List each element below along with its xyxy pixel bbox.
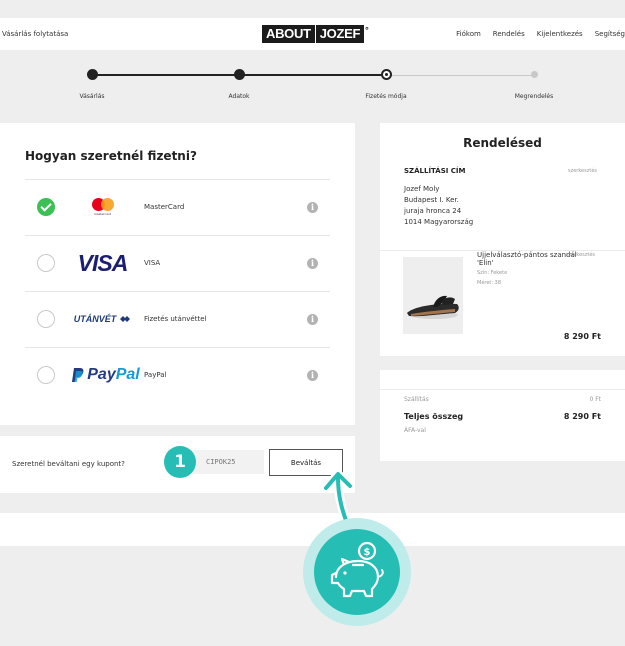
shipping-value: 0 Ft <box>589 396 601 403</box>
payment-option-label: VISA <box>144 259 161 267</box>
top-bar: Vásárlás folytatása ABOUT JOZEF ° Fiókom… <box>0 18 625 50</box>
step-label-shopping: Vásárlás <box>79 93 105 100</box>
total-label: Teljes összeg <box>404 412 464 421</box>
progress-line-todo <box>387 75 535 76</box>
product-color: Szín: Fekete <box>477 270 508 276</box>
payment-method-card: Hogyan szeretnél fizetni? mastercard Mas… <box>0 123 355 425</box>
logo-jozef: JOZEF <box>315 25 365 43</box>
order-summary-card: Rendelésed SZÁLLÍTÁSI CÍM szerkesztés Jo… <box>380 123 625 356</box>
payment-option-label: MasterCard <box>144 203 185 211</box>
payment-option-label: Fizetés utánvéttel <box>144 315 207 323</box>
payment-option-cod[interactable]: UTÁNVÉT Fizetés utánvéttel i <box>25 291 330 346</box>
coupon-label: Szeretnél beváltani egy kupont? <box>12 460 125 468</box>
coupon-input[interactable] <box>192 450 264 474</box>
piggy-bank-coin-icon: $ <box>314 529 400 615</box>
step-dot-payment <box>381 69 392 80</box>
paypal-logo: PayPal <box>70 358 142 392</box>
svg-text:$: $ <box>364 547 371 558</box>
product-name-line: 'Elin' <box>477 259 494 267</box>
total-value: 8 290 Ft <box>563 412 601 421</box>
logo-mark: ° <box>365 25 369 35</box>
divider <box>380 389 625 390</box>
nav-account[interactable]: Fiókom <box>456 30 481 38</box>
info-icon[interactable]: i <box>307 258 318 269</box>
order-title: Rendelésed <box>463 136 542 150</box>
handshake-icon <box>120 316 131 322</box>
total-row: Teljes összeg 8 290 Ft <box>404 412 601 421</box>
piggy-bank-drawing: $ <box>330 541 384 598</box>
shipping-label: Szállítás <box>404 396 429 403</box>
payment-option-mastercard[interactable]: mastercard MasterCard i <box>25 179 330 234</box>
payment-title: Hogyan szeretnél fizetni? <box>25 149 197 163</box>
product-image[interactable] <box>403 257 463 334</box>
address-line: Budapest I. Ker. <box>404 196 459 204</box>
info-icon[interactable]: i <box>307 370 318 381</box>
shipping-address: Jozef Moly Budapest I. Ker. juraja hronc… <box>404 184 473 228</box>
paypal-logo-pal: Pal <box>115 366 140 383</box>
step-label-order: Megrendelés <box>514 93 554 100</box>
continue-shopping-link[interactable]: Vásárlás folytatása <box>2 30 68 38</box>
address-line: juraja hronca 24 <box>404 207 462 215</box>
mastercard-logo: mastercard <box>70 190 135 224</box>
visa-logo-text: VISA <box>77 249 129 276</box>
utanvet-logo-text: UTÁNVÉT <box>73 314 117 324</box>
step-dot-details <box>234 69 245 80</box>
radio-empty-icon[interactable] <box>37 254 55 272</box>
payment-option-label: PayPal <box>144 371 167 379</box>
product-size: Méret: 38 <box>477 280 502 286</box>
checkout-progress: Vásárlás Adatok Fizetés módja Megrendelé… <box>0 50 625 120</box>
radio-empty-icon[interactable] <box>37 310 55 328</box>
address-line: 1014 Magyarország <box>404 218 474 226</box>
edit-product-link[interactable]: szerkesztés <box>566 252 595 258</box>
visa-logo: VISA <box>70 246 135 280</box>
step-label-details: Adatok <box>228 93 250 100</box>
about-jozef-logo[interactable]: ABOUT JOZEF ° <box>262 25 369 43</box>
mastercard-logo-text: mastercard <box>93 212 112 216</box>
address-line: Jozef Moly <box>404 185 440 193</box>
vat-note: ÁFA-val <box>404 427 426 434</box>
edit-address-link[interactable]: szerkesztés <box>568 168 597 174</box>
top-nav: Fiókom Rendelés Kijelentkezés Segítség <box>456 30 625 38</box>
payment-option-paypal[interactable]: PayPal PayPal i <box>25 347 330 402</box>
totals-card: Szállítás 0 Ft Teljes összeg 8 290 Ft ÁF… <box>380 370 625 461</box>
shipping-row: Szállítás 0 Ft <box>404 396 601 403</box>
paypal-p-icon <box>72 368 84 382</box>
nav-orders[interactable]: Rendelés <box>493 30 525 38</box>
utanvet-logo: UTÁNVÉT <box>70 302 135 336</box>
step-number-badge: 1 <box>164 446 196 478</box>
info-icon[interactable]: i <box>307 202 318 213</box>
radio-checked-icon[interactable] <box>37 198 55 216</box>
shipping-address-title: SZÁLLÍTÁSI CÍM <box>404 167 466 175</box>
sandal-image <box>407 295 459 319</box>
nav-logout[interactable]: Kijelentkezés <box>537 30 583 38</box>
step-label-payment: Fizetés módja <box>365 93 407 100</box>
product-price: 8 290 Ft <box>563 332 601 341</box>
step-dot-shopping <box>87 69 98 80</box>
info-icon[interactable]: i <box>307 314 318 325</box>
payment-option-visa[interactable]: VISA VISA i <box>25 235 330 290</box>
paypal-logo-pay: Pay <box>87 366 116 383</box>
nav-help[interactable]: Segítség <box>595 30 625 38</box>
step-dot-order <box>531 71 538 78</box>
logo-about: ABOUT <box>262 25 315 43</box>
radio-empty-icon[interactable] <box>37 366 55 384</box>
